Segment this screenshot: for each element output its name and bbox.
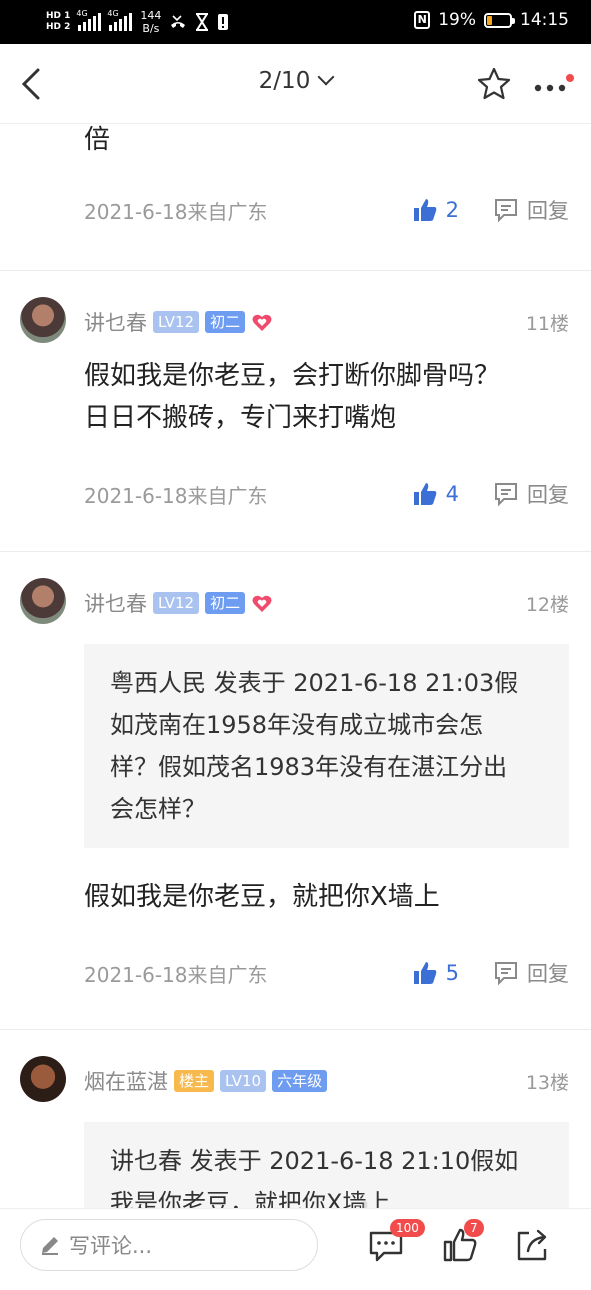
bottom-bar: 写评论... 100 7	[0, 1208, 591, 1280]
top-nav-bar: 2/10	[0, 44, 591, 124]
nfc-icon: N	[414, 11, 431, 29]
level-badge: LV10	[220, 1070, 267, 1092]
comment-date: 2021-6-18来自广东	[84, 199, 268, 224]
reply-bubble-icon	[495, 199, 517, 223]
battery-percent: 19%	[438, 10, 476, 30]
like-button[interactable]: 5	[412, 960, 459, 986]
page-indicator[interactable]: 2/10	[259, 68, 311, 94]
reply-button[interactable]: 回复	[493, 958, 569, 988]
hd-indicator: HD 1 HD 2	[46, 11, 70, 33]
reply-button[interactable]: 回复	[493, 195, 569, 225]
username[interactable]: 讲乜春	[84, 588, 147, 618]
speed-value: 144	[140, 9, 162, 22]
comment-text: 倍	[84, 125, 111, 155]
quote-line: 样？假如茂名1983年没有在湛江分出	[110, 753, 508, 781]
like-count: 2	[445, 198, 459, 222]
floor-number: 12楼	[525, 594, 569, 616]
comment-placeholder: 写评论...	[69, 1234, 153, 1258]
comment-meta: 讲乜春 LV12 初二	[84, 307, 273, 337]
grade-badge: 六年级	[272, 1070, 328, 1092]
heart-badge-icon	[252, 595, 272, 612]
like-button[interactable]: 2	[412, 197, 459, 223]
floor-number: 11楼	[525, 313, 569, 335]
thumbs-up-icon	[413, 483, 436, 505]
level-badge: LV12	[153, 311, 200, 333]
comment-footer: 2021-6-18来自广东 2 回复	[84, 195, 569, 225]
avatar[interactable]	[20, 1056, 66, 1102]
comment-date: 2021-6-18来自广东	[84, 962, 268, 987]
comment-text-line: 假如我是你老豆，会打断你脚骨吗？	[84, 361, 501, 391]
reply-label: 回复	[527, 483, 569, 507]
comment-text: 假如我是你老豆，就把你X墙上	[84, 882, 440, 912]
level-badge: LV12	[153, 592, 200, 614]
hd2-label: HD 2	[46, 22, 71, 32]
battery-icon	[484, 12, 515, 28]
reply-button[interactable]: 回复	[493, 479, 569, 509]
share-icon[interactable]	[512, 1225, 552, 1265]
comment-count-badge: 100	[390, 1219, 425, 1237]
favorite-star-icon[interactable]	[476, 66, 512, 102]
heart-badge-icon	[252, 314, 272, 331]
comment-input[interactable]: 写评论...	[20, 1219, 318, 1271]
comment-meta: 讲乜春 LV12 初二	[84, 588, 273, 618]
clock: 14:15	[520, 10, 569, 30]
owner-badge: 楼主	[174, 1070, 215, 1092]
reply-bubble-icon	[495, 962, 517, 986]
comment-item: 讲乜春 LV12 初二 11楼 假如我是你老豆，会打断你脚骨吗？ 日日不搬砖，专…	[0, 271, 591, 552]
status-left: HD 1 HD 2 4G 4G 144 B/s	[46, 6, 229, 38]
comment-footer: 2021-6-18来自广东 4 回复	[84, 479, 569, 509]
username[interactable]: 烟在蓝湛	[84, 1066, 168, 1096]
comment-text: 假如我是你老豆，会打断你脚骨吗？ 日日不搬砖，专门来打嘴炮	[84, 355, 569, 439]
hourglass-icon	[196, 13, 209, 31]
network-type-1: 4G	[76, 9, 88, 18]
signal-icon-2: 4G	[107, 9, 133, 31]
thumbs-up-icon	[413, 199, 436, 221]
quote-line: 粤西人民 发表于 2021-6-18 21:03假	[110, 669, 519, 697]
grade-badge: 初二	[205, 311, 246, 333]
avatar[interactable]	[20, 297, 66, 343]
speed-unit: B/s	[142, 22, 160, 35]
avatar[interactable]	[20, 578, 66, 624]
comment-item: 讲乜春 LV12 初二 12楼 粤西人民 发表于 2021-6-18 21:03…	[0, 552, 591, 1030]
quoted-post[interactable]: 粤西人民 发表于 2021-6-18 21:03假 如茂南在1958年没有成立城…	[84, 644, 569, 848]
status-bar: HD 1 HD 2 4G 4G 144 B/s N 19% 14:15	[0, 0, 591, 44]
reply-bubble-icon	[495, 483, 517, 507]
comment-footer: 2021-6-18来自广东 5 回复	[84, 958, 569, 988]
thumbs-up-icon	[413, 962, 436, 984]
pencil-icon	[42, 1237, 58, 1255]
comment-text-line: 日日不搬砖，专门来打嘴炮	[84, 403, 397, 433]
hd1-label: HD 1	[46, 11, 71, 21]
comment-item: 倍 2021-6-18来自广东 2 回复	[0, 125, 591, 271]
quote-line: 如茂南在1958年没有成立城市会怎	[110, 711, 484, 739]
floor-number: 13楼	[525, 1072, 569, 1094]
status-right: N 19% 14:15	[414, 10, 569, 30]
chevron-down-icon[interactable]	[317, 68, 335, 86]
reply-label: 回复	[527, 199, 569, 223]
network-speed: 144 B/s	[140, 9, 161, 35]
quote-line: 讲乜春 发表于 2021-6-18 21:10假如	[110, 1147, 519, 1175]
like-count-badge: 7	[464, 1219, 484, 1237]
like-count: 5	[445, 961, 459, 985]
grade-badge: 初二	[205, 592, 246, 614]
like-count: 4	[445, 482, 459, 506]
network-type-2: 4G	[107, 9, 119, 18]
quote-line: 会怎样？	[110, 795, 206, 823]
more-options-icon[interactable]	[532, 74, 574, 94]
phone-missed-icon	[171, 15, 186, 28]
comment-feed: 倍 2021-6-18来自广东 2 回复 讲乜春 LV12 初二 11楼 假如我…	[0, 125, 591, 1290]
like-button[interactable]: 4	[412, 481, 459, 507]
reply-label: 回复	[527, 962, 569, 986]
alert-icon	[218, 14, 229, 30]
signal-icon: 4G	[76, 9, 102, 31]
comment-meta: 烟在蓝湛 楼主 LV10 六年级	[84, 1066, 328, 1096]
username[interactable]: 讲乜春	[84, 307, 147, 337]
comment-date: 2021-6-18来自广东	[84, 483, 268, 508]
